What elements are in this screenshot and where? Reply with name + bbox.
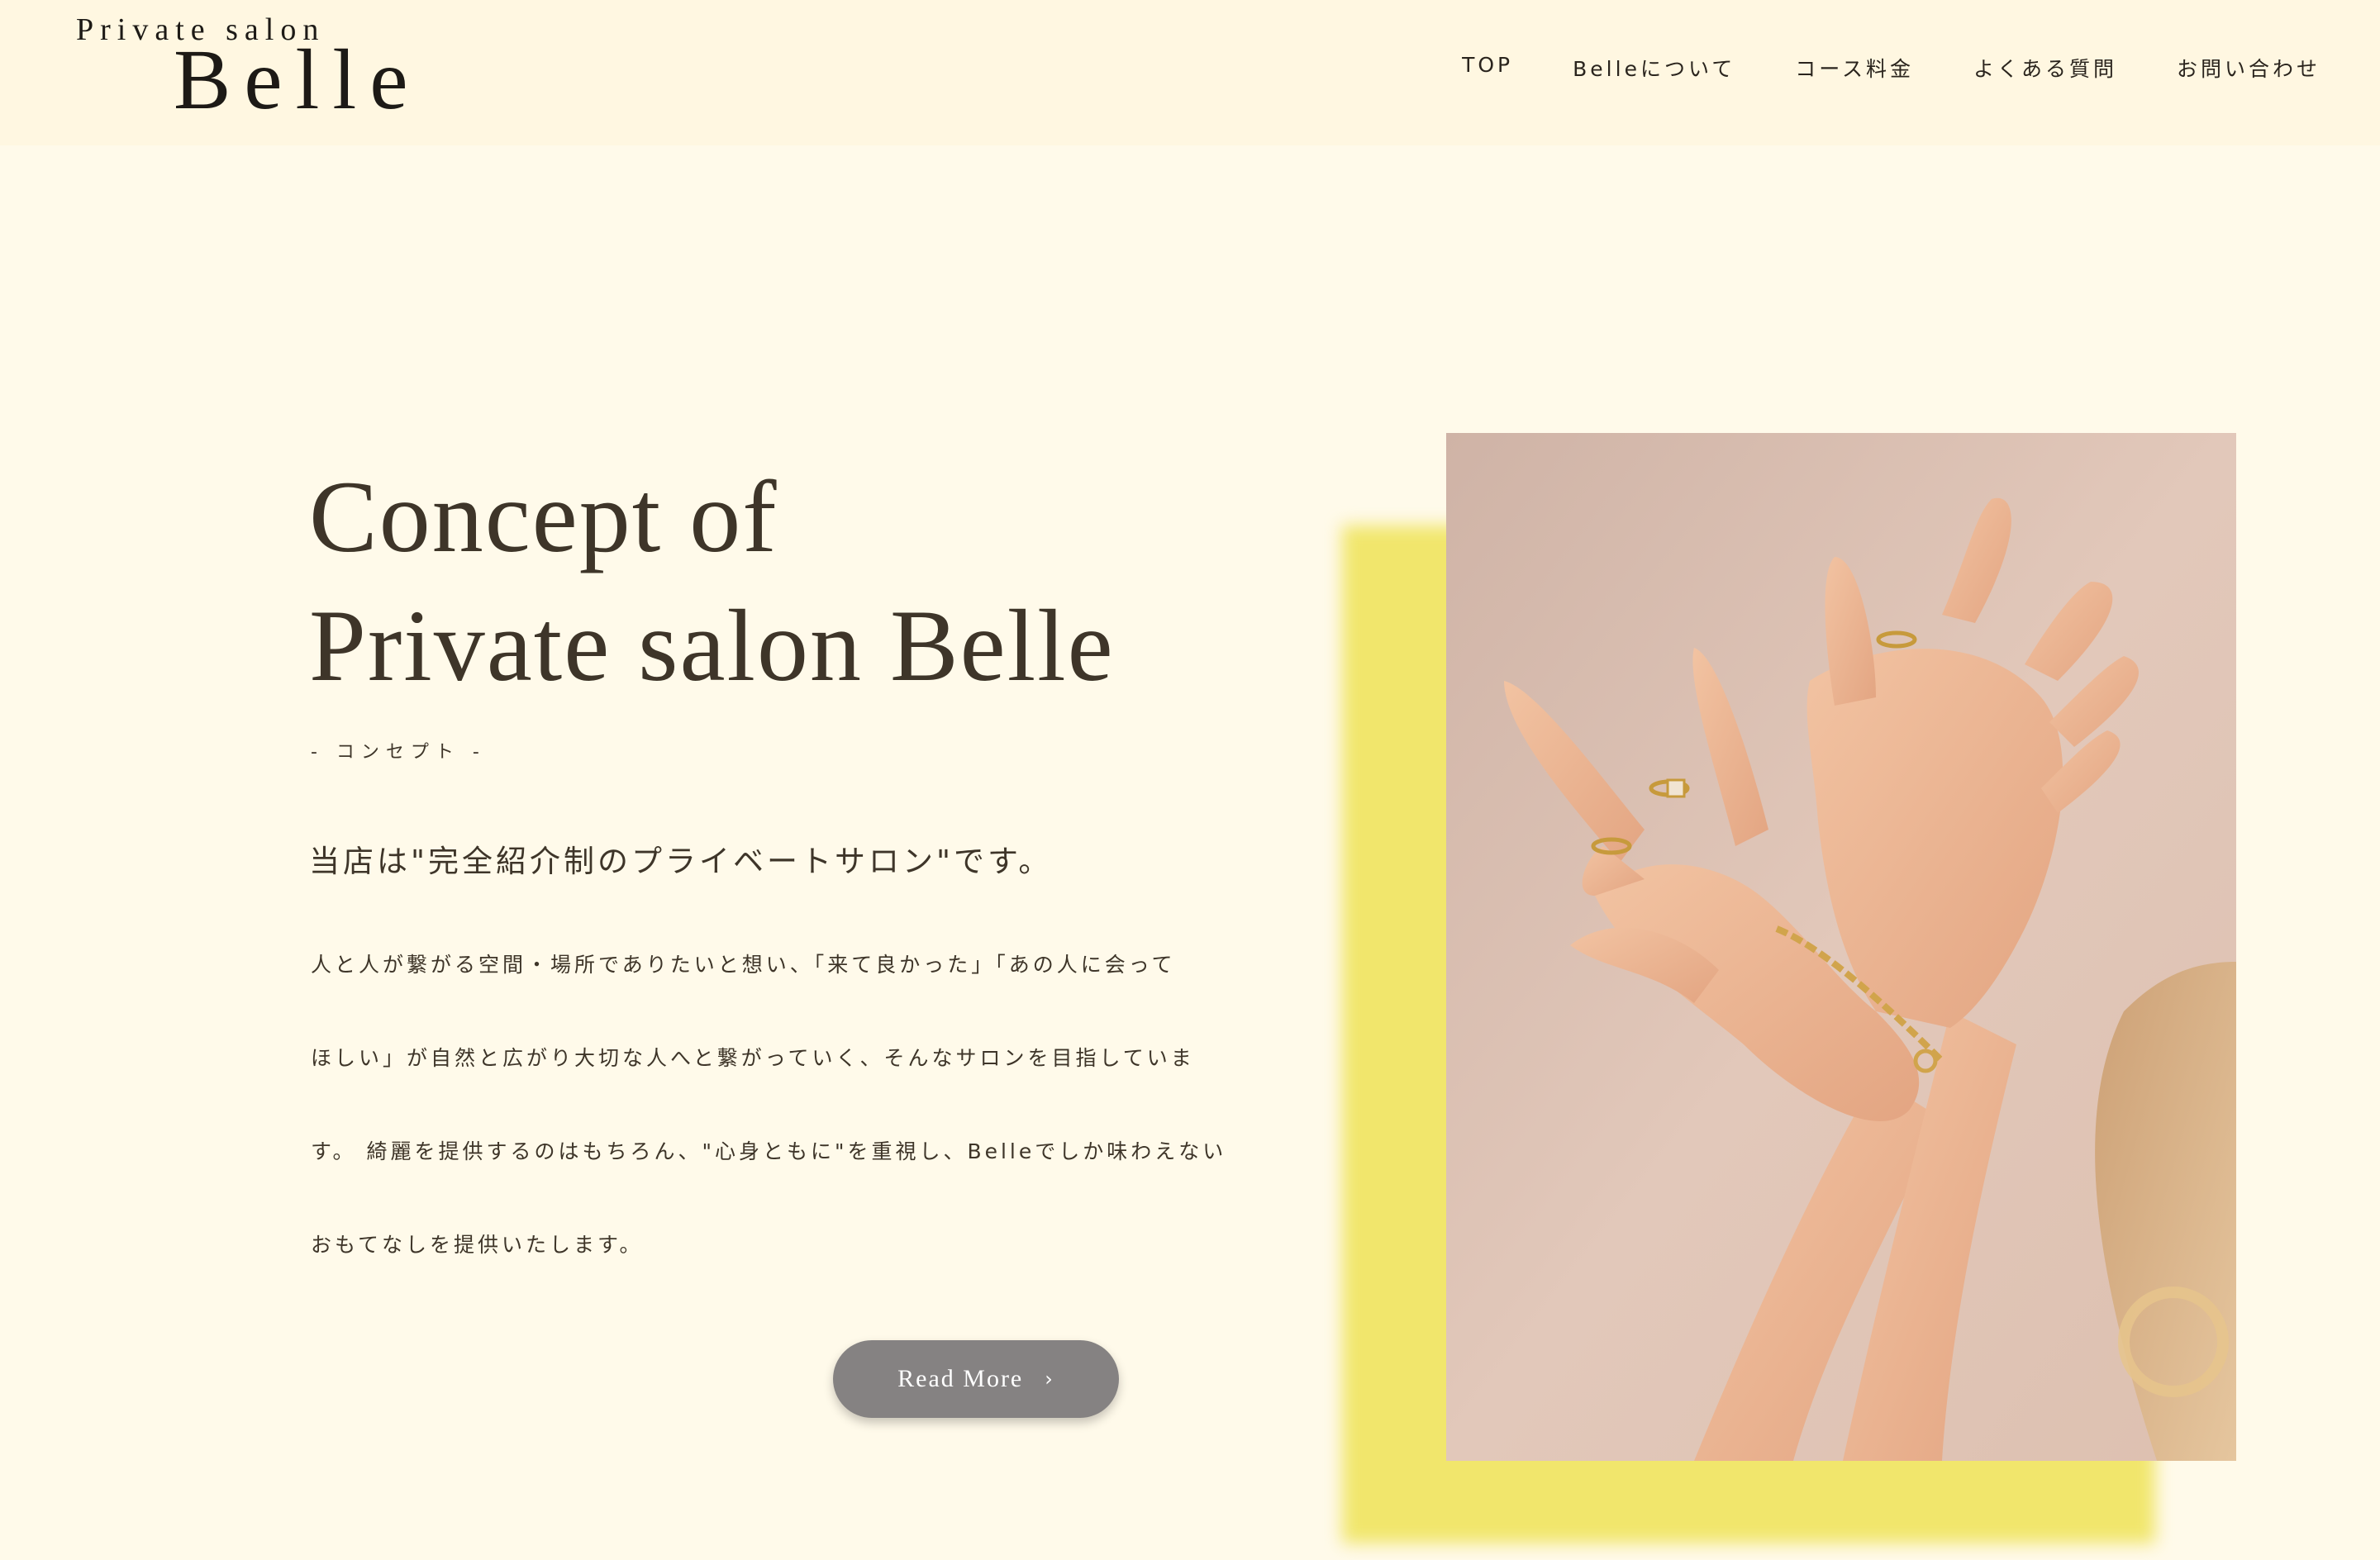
nav-item-about[interactable]: Belleについて: [1573, 53, 1735, 83]
concept-body: 人と人が繋がる空間・場所でありたいと想い、「来て良かった」「あの人に会って ほし…: [311, 949, 1227, 1322]
concept-body-line: 人と人が繋がる空間・場所でありたいと想い、「来て良かった」「あの人に会って: [311, 953, 1176, 977]
read-more-button[interactable]: Read More ›: [833, 1340, 1119, 1418]
site-header: Private salon Belle TOP Belleについて コース料金 …: [0, 0, 2380, 145]
nav-item-contact[interactable]: お問い合わせ: [2177, 53, 2320, 83]
concept-title: Concept of Private salon Belle: [309, 453, 1115, 711]
site-logo[interactable]: Private salon Belle: [76, 12, 456, 127]
concept-body-line: ほしい」が自然と広がり大切な人へと繋がっていく、そんなサロンを目指していま: [311, 1046, 1195, 1070]
hands-with-rings-photo: [1446, 433, 2236, 1461]
nav-item-top[interactable]: TOP: [1462, 53, 1513, 83]
read-more-label: Read More: [897, 1365, 1024, 1392]
main-nav: TOP Belleについて コース料金 よくある質問 お問い合わせ: [1402, 53, 2320, 83]
nav-item-pricing[interactable]: コース料金: [1795, 53, 1914, 83]
concept-lead: 当店は"完全紹介制のプライベートサロン"です。: [309, 844, 1053, 879]
logo-title: Belle: [174, 32, 421, 127]
chevron-right-icon: ›: [1045, 1367, 1054, 1391]
concept-title-line-1: Concept of: [309, 460, 778, 573]
concept-subtitle: - コンセプト -: [311, 742, 486, 763]
nav-item-faq[interactable]: よくある質問: [1973, 53, 2117, 83]
concept-title-line-2: Private salon Belle: [309, 589, 1115, 702]
concept-body-line: す。 綺麗を提供するのはもちろん、"心身ともに"を重視し、Belleでしか味わえ…: [311, 1139, 1227, 1163]
concept-body-line: おもてなしを提供いたします。: [311, 1233, 644, 1257]
